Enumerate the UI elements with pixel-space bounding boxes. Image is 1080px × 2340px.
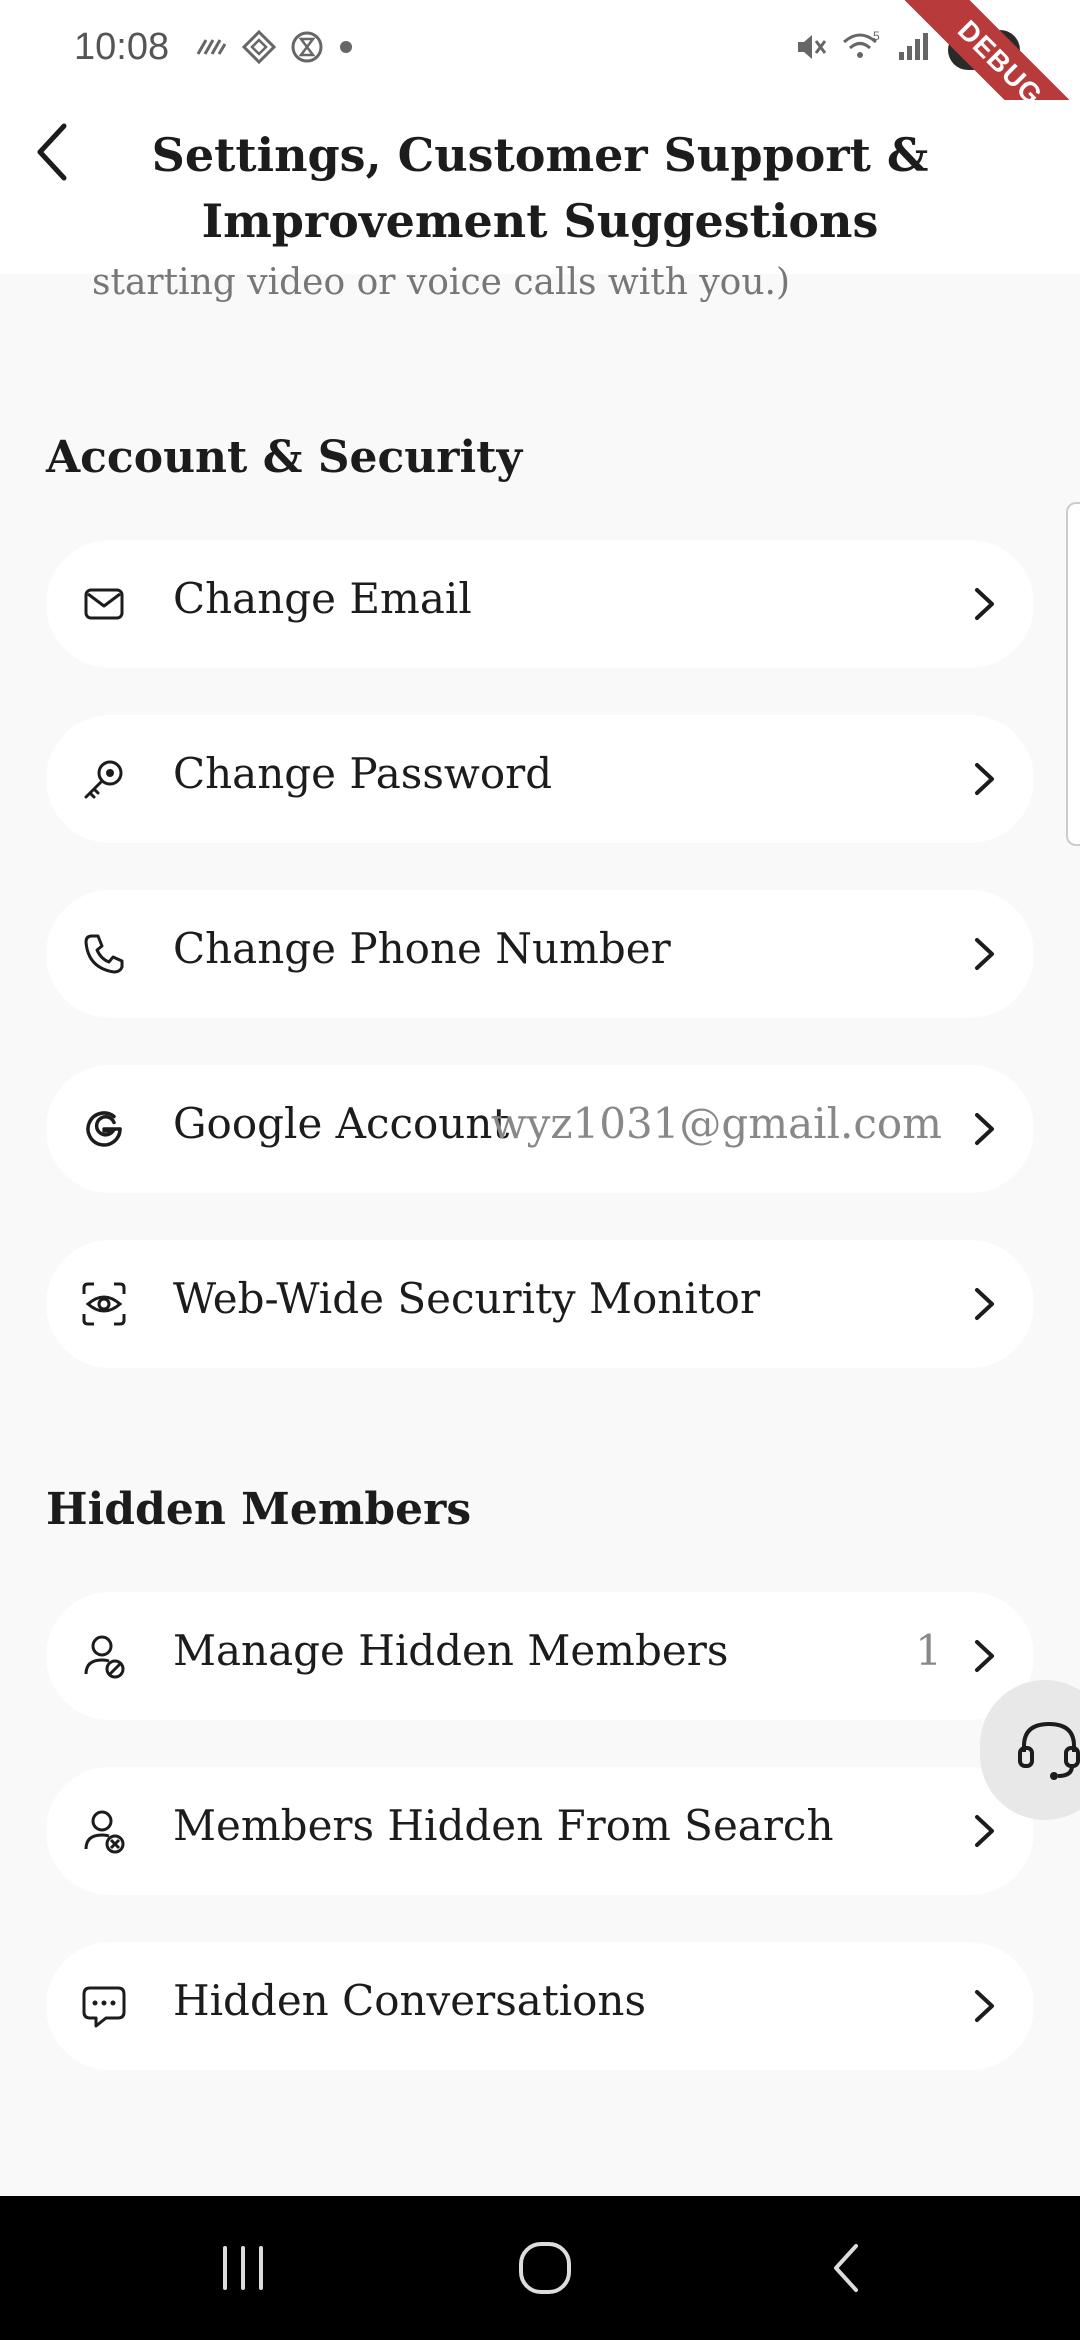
hidden-conversations-item[interactable]: Hidden Conversations [46,1942,1034,2070]
security-monitor-item[interactable]: Web-Wide Security Monitor [46,1240,1034,1368]
cell-signal-icon [899,33,928,60]
status-bar: 10:08 5 100 DEBUG [0,0,1080,193]
security-monitor-label: Web-Wide Security Monitor [173,1274,761,1323]
hidden-members-count: 1 [915,1626,942,1675]
chevron-right-icon [975,938,994,970]
back-button[interactable] [30,110,90,190]
google-icon [86,1111,122,1147]
section-title-hidden-members: Hidden Members [46,1484,472,1535]
app-header: Settings, Customer Support & Improvement… [0,100,1080,274]
status-notification-icons [194,30,354,64]
chevron-right-icon [975,1113,994,1145]
chevron-right-icon [975,1288,994,1320]
change-phone-label: Change Phone Number [173,924,671,973]
chevron-left-icon [37,123,67,181]
system-nav-bar [0,2196,1080,2340]
section-title-account-security: Account & Security [46,432,523,483]
home-icon[interactable] [515,2238,575,2298]
google-account-item[interactable]: Google Account wyz1031@gmail.com [46,1065,1034,1193]
diamond-app-icon [242,30,276,64]
google-account-email: wyz1031@gmail.com [490,1099,942,1148]
user-hidden-icon [84,1635,125,1679]
back-nav-icon[interactable] [818,2238,878,2298]
chat-icon [82,1986,126,2028]
status-time: 10:08 [74,26,170,68]
partial-description-text: starting video or voice calls with you.) [92,262,791,303]
eye-scan-icon [82,1282,126,1326]
recent-apps-icon[interactable] [213,2238,273,2298]
hourglass-app-icon [291,31,323,63]
scroll-handle[interactable] [1066,502,1080,846]
signal-stripes-icon [196,39,227,55]
google-account-label: Google Account [173,1099,510,1148]
manage-hidden-members-item[interactable]: Manage Hidden Members 1 [46,1592,1034,1720]
key-icon [84,760,123,799]
user-search-hidden-icon [84,1810,125,1854]
change-password-label: Change Password [173,749,553,798]
page-title: Settings, Customer Support & Improvement… [151,128,929,248]
chevron-right-icon [975,588,994,620]
hidden-conversations-label: Hidden Conversations [173,1976,647,2025]
chevron-right-icon [975,1640,994,1672]
mute-icon [798,35,827,59]
mail-icon [84,588,124,620]
status-system-icons: 5 [794,30,930,64]
change-email-item[interactable]: Change Email [46,540,1034,668]
manage-hidden-members-label: Manage Hidden Members [173,1626,729,1675]
members-hidden-from-search-label: Members Hidden From Search [173,1801,834,1850]
chevron-right-icon [975,1990,994,2022]
dot-icon [340,41,352,53]
wifi-icon: 5 [843,30,880,58]
chevron-right-icon [975,1815,994,1847]
headset-icon [1018,1721,1080,1780]
change-email-label: Change Email [173,574,472,623]
phone-icon [84,934,124,974]
members-hidden-from-search-item[interactable]: Members Hidden From Search [46,1767,1034,1895]
change-password-item[interactable]: Change Password [46,715,1034,843]
svg-text:5: 5 [873,30,880,43]
chevron-right-icon [975,763,994,795]
change-phone-item[interactable]: Change Phone Number [46,890,1034,1018]
